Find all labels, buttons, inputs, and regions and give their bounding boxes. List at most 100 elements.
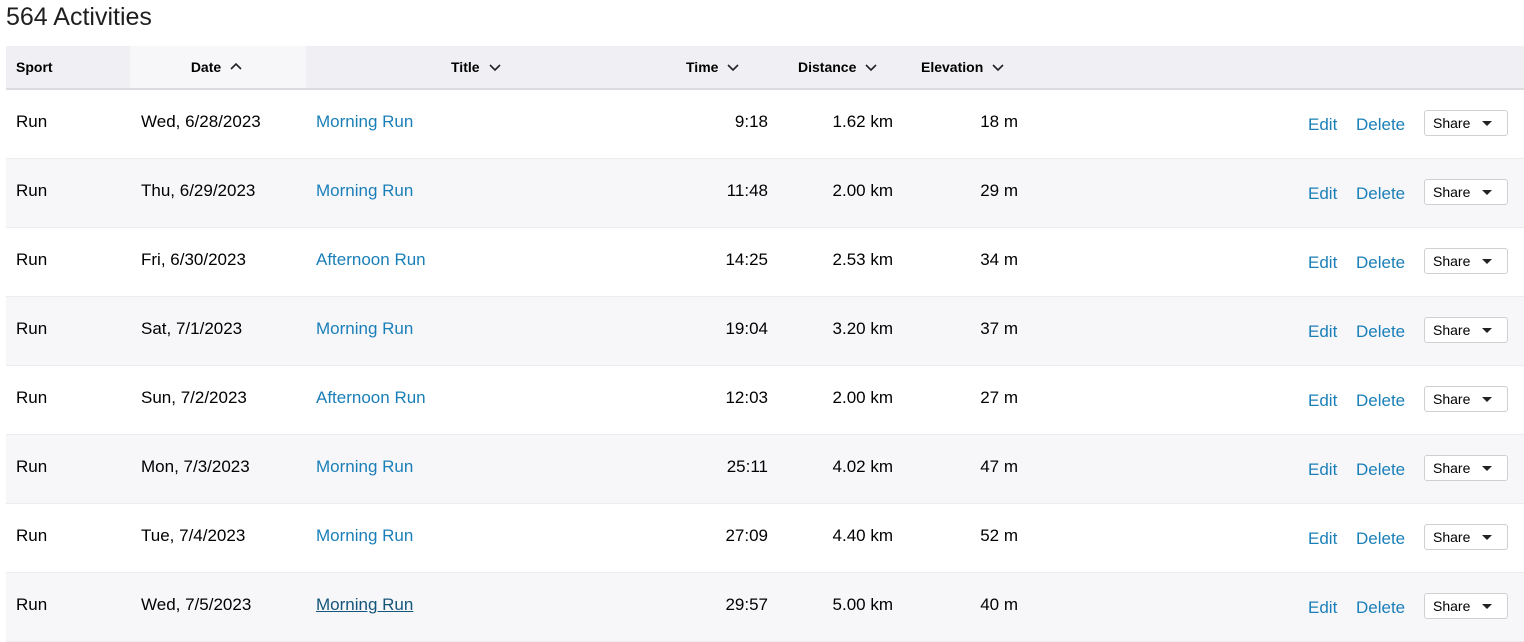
share-dropdown-button[interactable]: Share [1424,317,1508,343]
edit-button[interactable]: Edit [1308,388,1337,414]
caret-down-icon [1482,258,1493,264]
cell-distance: 4.40 km [832,526,893,545]
share-button-label: Share [1433,598,1471,614]
edit-button[interactable]: Edit [1308,181,1337,207]
column-header-sport: Sport [16,46,53,88]
caret-down-icon [1482,534,1493,540]
edit-button[interactable]: Edit [1308,526,1337,552]
cell-elevation: 47 m [980,457,1018,476]
table-body: Run Wed, 6/28/2023 Morning Run 9:18 1.62… [6,90,1524,642]
column-label-distance: Distance [798,59,857,75]
activity-title-link[interactable]: Morning Run [316,319,413,338]
share-dropdown-button[interactable]: Share [1424,386,1508,412]
share-dropdown-button[interactable]: Share [1424,455,1508,481]
cell-time: 9:18 [734,112,768,131]
delete-button[interactable]: Delete [1356,112,1405,138]
column-header-distance[interactable]: Distance [798,46,880,88]
cell-distance: 3.20 km [832,319,893,338]
column-label-title: Title [451,59,480,75]
cell-distance: 2.00 km [832,388,893,407]
table-row: Run Mon, 7/3/2023 Morning Run 25:11 4.02… [6,435,1524,504]
cell-date: Wed, 6/28/2023 [141,112,261,131]
caret-down-icon [1482,120,1493,126]
cell-distance: 2.00 km [832,181,893,200]
cell-date: Thu, 6/29/2023 [141,181,256,200]
cell-time: 14:25 [725,250,768,269]
table-row: Run Sun, 7/2/2023 Afternoon Run 12:03 2.… [6,366,1524,435]
edit-button[interactable]: Edit [1308,319,1337,345]
table-row: Run Tue, 7/4/2023 Morning Run 27:09 4.40… [6,504,1524,573]
chevron-down-icon [486,58,504,76]
activity-title-link[interactable]: Morning Run [316,181,413,200]
share-dropdown-button[interactable]: Share [1424,110,1508,136]
share-button-label: Share [1433,391,1471,407]
edit-button[interactable]: Edit [1308,250,1337,276]
cell-elevation: 27 m [980,388,1018,407]
cell-elevation: 29 m [980,181,1018,200]
cell-title: Morning Run [316,504,413,568]
cell-date: Fri, 6/30/2023 [141,250,246,269]
cell-distance: 5.00 km [832,595,893,614]
cell-sport: Run [16,595,48,614]
column-label-date: Date [190,59,222,75]
share-button-label: Share [1433,184,1471,200]
cell-date: Sat, 7/1/2023 [141,319,243,338]
activity-title-link[interactable]: Morning Run [316,595,413,614]
table-row: Run Fri, 6/30/2023 Afternoon Run 14:25 2… [6,228,1524,297]
cell-title: Afternoon Run [316,228,426,292]
column-header-title[interactable]: Title [451,46,504,88]
cell-date: Mon, 7/3/2023 [141,457,250,476]
cell-time: 25:11 [726,457,768,476]
cell-time: 11:48 [726,181,768,200]
cell-time: 19:04 [725,319,768,338]
delete-button[interactable]: Delete [1356,181,1405,207]
activity-title-link[interactable]: Morning Run [316,526,413,545]
activity-title-link[interactable]: Morning Run [316,112,413,131]
activity-title-link[interactable]: Afternoon Run [316,388,426,407]
table-row: Run Wed, 7/5/2023 Morning Run 29:57 5.00… [6,573,1524,642]
edit-button[interactable]: Edit [1308,595,1337,621]
cell-sport: Run [16,112,48,131]
cell-elevation: 18 m [980,112,1018,131]
cell-sport: Run [16,319,48,338]
edit-button[interactable]: Edit [1308,112,1337,138]
cell-time: 12:03 [725,388,768,407]
chevron-down-icon [989,58,1007,76]
cell-sport: Run [16,457,48,476]
column-header-date[interactable]: Date [130,46,306,88]
delete-button[interactable]: Delete [1356,250,1405,276]
page-title: 564 Activities [6,3,152,31]
cell-title: Afternoon Run [316,366,426,430]
cell-date: Sun, 7/2/2023 [141,388,247,407]
cell-sport: Run [16,181,48,200]
share-button-label: Share [1433,253,1471,269]
column-header-time[interactable]: Time [686,46,742,88]
cell-sport: Run [16,388,48,407]
share-dropdown-button[interactable]: Share [1424,248,1508,274]
delete-button[interactable]: Delete [1356,595,1405,621]
share-dropdown-button[interactable]: Share [1424,593,1508,619]
cell-title: Morning Run [316,435,413,499]
share-button-label: Share [1433,529,1471,545]
edit-button[interactable]: Edit [1308,457,1337,483]
delete-button[interactable]: Delete [1356,319,1405,345]
activity-title-link[interactable]: Morning Run [316,457,413,476]
caret-down-icon [1482,396,1493,402]
share-dropdown-button[interactable]: Share [1424,524,1508,550]
share-button-label: Share [1433,322,1471,338]
share-button-label: Share [1433,115,1471,131]
delete-button[interactable]: Delete [1356,457,1405,483]
cell-time: 29:57 [725,595,768,614]
activity-title-link[interactable]: Afternoon Run [316,250,426,269]
cell-title: Morning Run [316,573,413,637]
column-header-elevation[interactable]: Elevation [921,46,1007,88]
caret-down-icon [1482,603,1493,609]
column-label-sport: Sport [16,59,53,75]
cell-distance: 2.53 km [832,250,893,269]
share-dropdown-button[interactable]: Share [1424,179,1508,205]
delete-button[interactable]: Delete [1356,526,1405,552]
cell-elevation: 40 m [980,595,1018,614]
caret-down-icon [1482,465,1493,471]
delete-button[interactable]: Delete [1356,388,1405,414]
table-header: Sport Date Title Time Distance Elevation [6,46,1524,90]
